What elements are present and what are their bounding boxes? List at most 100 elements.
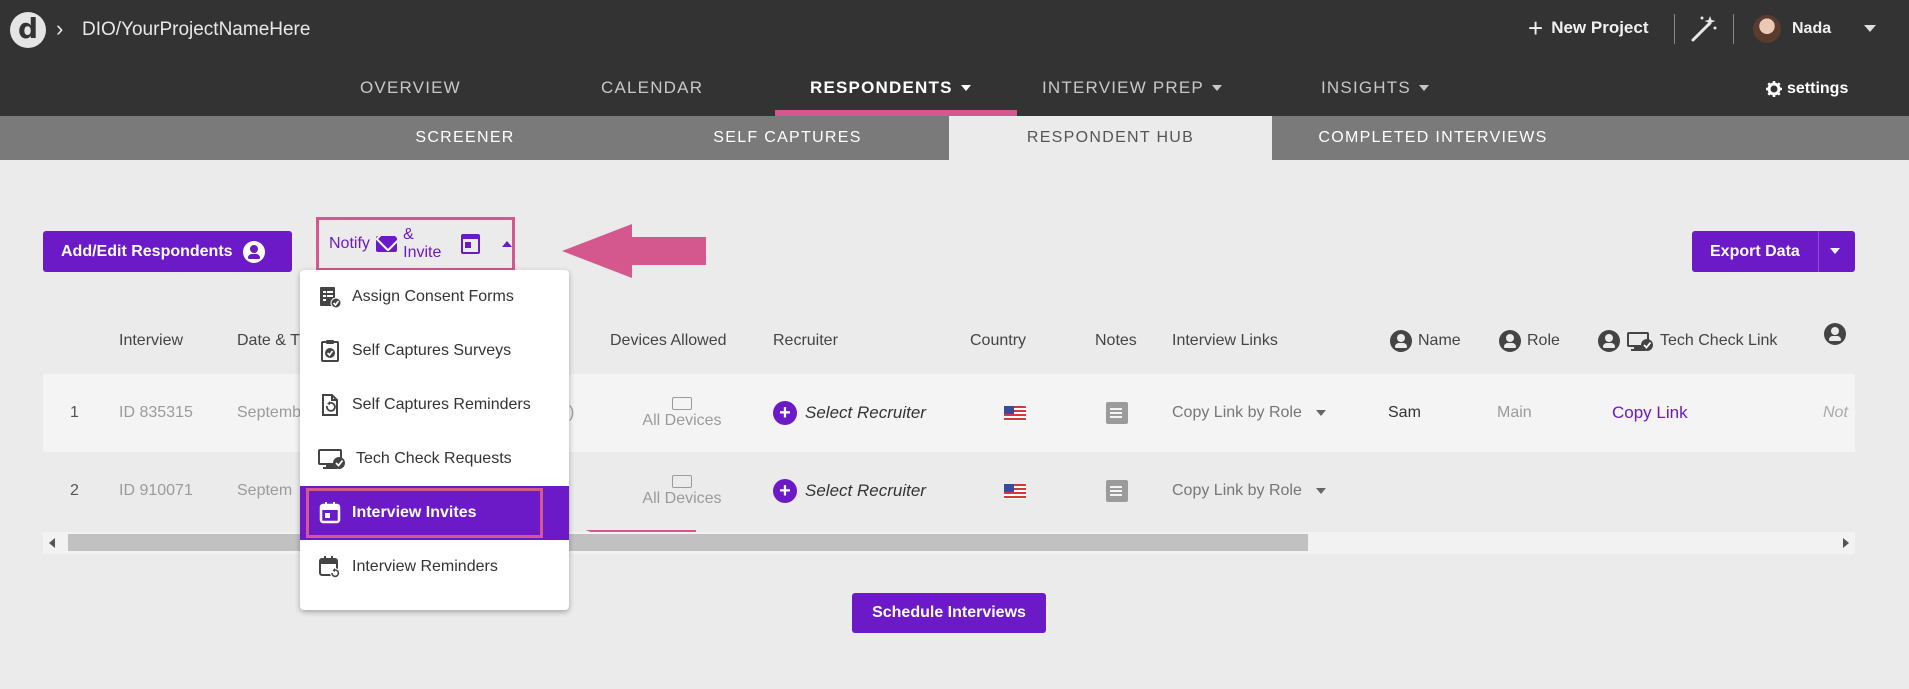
caret-down-icon xyxy=(1315,488,1326,494)
calendar-icon xyxy=(460,234,480,254)
tab-overview[interactable]: OVERVIEW xyxy=(360,60,461,116)
menu-item-assign-consent-forms[interactable]: Assign Consent Forms xyxy=(300,270,569,324)
export-data-button[interactable]: Export Data xyxy=(1692,231,1855,272)
us-flag-icon xyxy=(1004,405,1026,421)
notify-invite-menu: Assign Consent Forms Self Captures Surve… xyxy=(300,270,569,610)
new-project-label: New Project xyxy=(1551,18,1649,37)
scrollbar-thumb[interactable] xyxy=(68,534,1308,551)
col-interview[interactable]: Interview xyxy=(119,323,183,359)
notify-invite-dropdown[interactable]: Notify & Invite xyxy=(316,217,515,271)
copy-tech-check-link[interactable]: Copy Link xyxy=(1612,374,1688,452)
menu-item-self-captures-surveys[interactable]: Self Captures Surveys xyxy=(300,324,569,378)
survey-icon xyxy=(321,340,339,362)
settings-button[interactable]: settings xyxy=(1766,80,1848,98)
caret-down-icon xyxy=(960,85,971,91)
devices-icon xyxy=(672,474,692,488)
avatar[interactable] xyxy=(1753,15,1781,43)
person-icon xyxy=(242,240,265,263)
country-flag xyxy=(1004,374,1026,452)
mail-icon xyxy=(375,236,398,252)
interview-date: Septemb xyxy=(237,404,302,421)
select-recruiter-button[interactable]: + Select Recruiter xyxy=(773,452,926,530)
interview-date-tail: ) xyxy=(569,404,575,421)
sub-nav: SCREENER SELF CAPTURES RESPONDENT HUB CO… xyxy=(0,116,1909,160)
dio-logo[interactable]: d xyxy=(10,12,46,48)
us-flag-icon xyxy=(1004,483,1026,499)
tab-respondents[interactable]: RESPONDENTS xyxy=(810,60,971,116)
col-devices[interactable]: Devices Allowed xyxy=(610,323,727,359)
person-icon xyxy=(1499,330,1521,352)
scroll-left-icon[interactable] xyxy=(49,538,55,548)
divider xyxy=(1674,14,1675,44)
caret-down-icon[interactable] xyxy=(1830,248,1840,254)
chevron-right-icon: › xyxy=(56,16,64,41)
tab-completed-interviews[interactable]: COMPLETED INTERVIEWS xyxy=(1272,116,1594,160)
plus-circle-icon: + xyxy=(773,401,797,425)
copy-link-by-role-dropdown[interactable]: Copy Link by Role xyxy=(1172,452,1326,530)
schedule-interviews-button[interactable]: Schedule Interviews xyxy=(852,593,1046,633)
gear-icon xyxy=(1766,81,1782,97)
caret-down-icon xyxy=(1315,410,1326,416)
divider xyxy=(1818,231,1819,272)
plus-circle-icon: + xyxy=(773,479,797,503)
plus-icon: + xyxy=(1528,13,1544,43)
notes-button[interactable] xyxy=(1106,374,1128,452)
col-interview-links[interactable]: Interview Links xyxy=(1172,323,1278,359)
interview-date: Septem xyxy=(237,482,293,499)
tab-screener[interactable]: SCREENER xyxy=(360,116,570,160)
calendar-refresh-icon xyxy=(319,556,340,578)
copy-link-by-role-dropdown[interactable]: Copy Link by Role xyxy=(1172,374,1326,452)
note-icon xyxy=(1106,402,1128,424)
menu-item-self-captures-reminders[interactable]: Self Captures Reminders xyxy=(300,378,569,432)
col-tech-check-link[interactable]: Tech Check Link xyxy=(1598,323,1777,359)
col-country[interactable]: Country xyxy=(970,323,1026,359)
menu-item-interview-reminders[interactable]: Interview Reminders xyxy=(300,540,569,594)
top-bar: d › DIO/YourProjectNameHere + New Projec… xyxy=(0,0,1909,60)
scroll-right-icon[interactable] xyxy=(1843,538,1849,548)
note-icon xyxy=(1106,480,1128,502)
table-header: Interview Date & T Devices Allowed Recru… xyxy=(0,323,1909,359)
menu-item-tech-check-requests[interactable]: Tech Check Requests xyxy=(300,432,569,486)
menu-item-interview-invites[interactable]: Interview Invites xyxy=(300,486,569,540)
tab-respondent-hub[interactable]: RESPONDENT HUB xyxy=(949,116,1272,160)
tab-self-captures[interactable]: SELF CAPTURES xyxy=(680,116,895,160)
reminder-doc-icon xyxy=(322,394,338,416)
devices-icon xyxy=(672,396,692,410)
caret-up-icon xyxy=(502,241,512,247)
col-name[interactable]: Name xyxy=(1390,323,1461,359)
monitor-check-icon xyxy=(1627,332,1653,351)
col-role[interactable]: Role xyxy=(1499,323,1560,359)
person-icon xyxy=(1824,323,1846,345)
notes-button[interactable] xyxy=(1106,452,1128,530)
respondent-role: Main xyxy=(1497,404,1532,421)
country-flag xyxy=(1004,452,1026,530)
col-notes[interactable]: Notes xyxy=(1095,323,1137,359)
person-icon xyxy=(1390,330,1412,352)
main-nav: OVERVIEW CALENDAR RESPONDENTS INTERVIEW … xyxy=(0,60,1909,116)
user-name[interactable]: Nada xyxy=(1792,20,1831,38)
devices-allowed[interactable]: All Devices xyxy=(632,452,732,530)
new-project-button[interactable]: + New Project xyxy=(1528,13,1649,43)
respondent-name: Sam xyxy=(1388,404,1421,421)
add-edit-respondents-button[interactable]: Add/Edit Respondents xyxy=(43,231,292,272)
consent-forms-icon xyxy=(320,287,342,309)
col-recruiter[interactable]: Recruiter xyxy=(773,323,838,359)
row-number: 2 xyxy=(70,482,79,499)
tab-insights[interactable]: INSIGHTS xyxy=(1321,60,1429,116)
tab-calendar[interactable]: CALENDAR xyxy=(601,60,703,116)
not-value: Not xyxy=(1823,404,1848,421)
tab-interview-prep[interactable]: INTERVIEW PREP xyxy=(1042,60,1222,116)
chevron-down-icon[interactable] xyxy=(1864,25,1876,32)
col-person[interactable] xyxy=(1824,323,1846,345)
select-recruiter-button[interactable]: + Select Recruiter xyxy=(773,374,926,452)
interview-id: ID 835315 xyxy=(119,404,193,421)
col-date[interactable]: Date & T xyxy=(237,323,300,359)
annotation-arrow xyxy=(562,224,706,278)
divider xyxy=(1733,14,1734,44)
caret-down-icon xyxy=(1211,85,1222,91)
devices-allowed[interactable]: All Devices xyxy=(632,374,732,452)
breadcrumb[interactable]: DIO/YourProjectNameHere xyxy=(82,19,310,41)
highlight-box xyxy=(306,488,543,538)
monitor-check-icon xyxy=(318,449,345,469)
magic-wand-icon[interactable] xyxy=(1688,14,1718,44)
